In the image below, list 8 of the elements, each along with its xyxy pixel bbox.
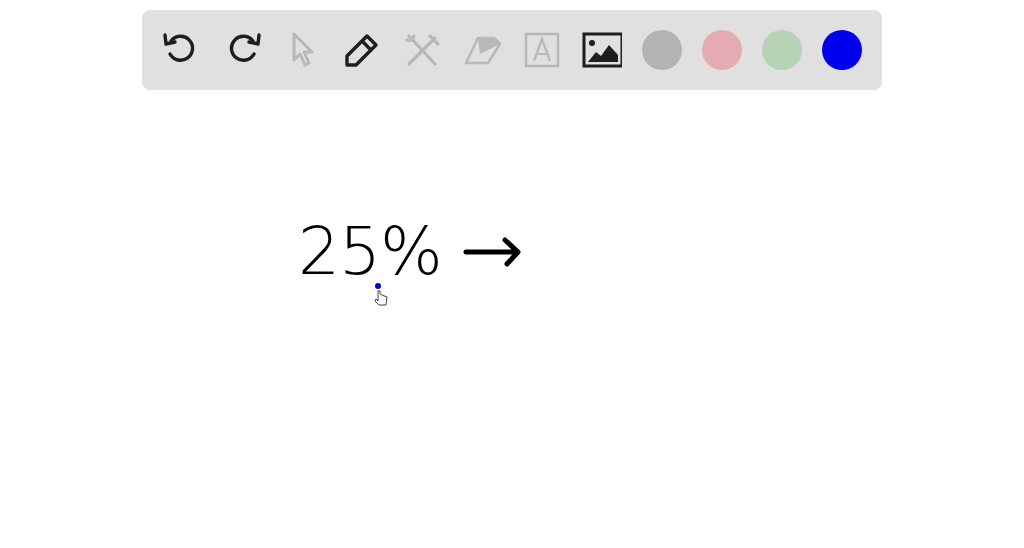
color-swatch[interactable] [762, 30, 802, 70]
image-icon[interactable] [582, 30, 622, 70]
color-swatch[interactable] [702, 30, 742, 70]
arrow-drawing [463, 236, 521, 268]
hand-cursor-icon [372, 282, 390, 306]
color-swatch[interactable] [642, 30, 682, 70]
handwritten-text: 25% [298, 224, 442, 280]
color-swatch[interactable] [822, 30, 862, 70]
